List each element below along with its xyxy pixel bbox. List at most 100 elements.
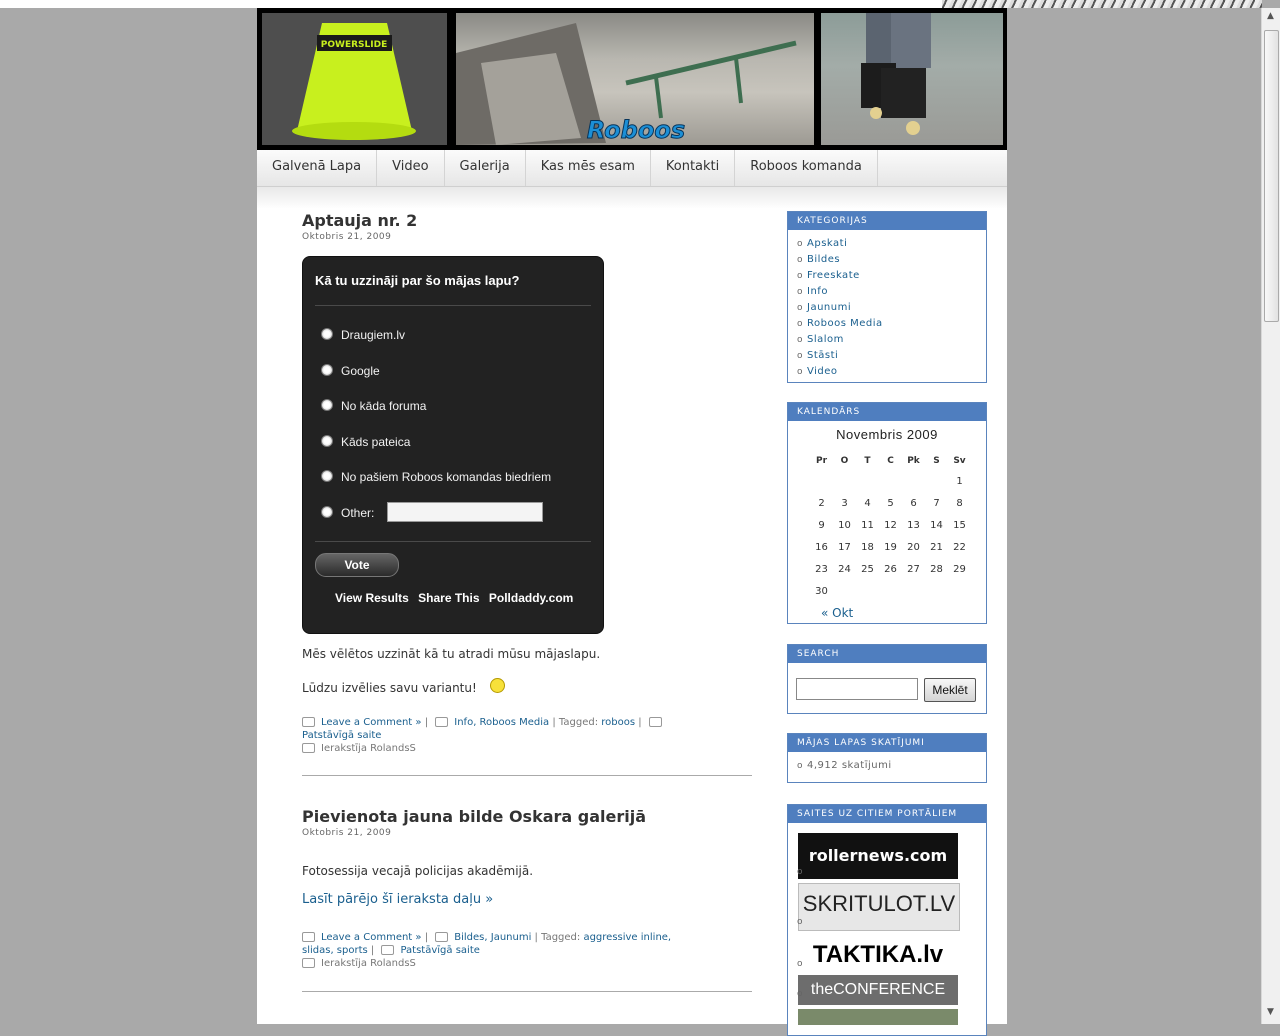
calendar-day: 9 — [818, 519, 825, 531]
radio-button[interactable] — [321, 470, 333, 482]
category-link[interactable]: Bildes — [797, 252, 977, 268]
category-link[interactable]: Stāsti — [797, 348, 977, 364]
nav-item-kontakti[interactable]: Kontakti — [651, 150, 736, 186]
page-container: POWERSLIDE Roboos Galvenā Lapa Video Gal… — [257, 8, 1007, 1036]
calendar-day — [833, 470, 856, 492]
search-widget: SEARCH Meklēt — [787, 644, 987, 714]
post-title[interactable]: Pievienota jauna bilde Oskara galerijā — [302, 807, 752, 826]
calendar-day: 20 — [907, 541, 920, 553]
photo-banner[interactable] — [798, 1009, 958, 1025]
skritulot-banner[interactable]: SKRITULOT.LV — [798, 883, 960, 931]
category-link[interactable]: Slalom — [797, 332, 977, 348]
rollernews-banner[interactable]: rollernews.com — [798, 833, 958, 879]
calendar-week: 16 17 18 19 20 21 22 — [810, 536, 971, 558]
calendar-widget: KALENDĀRS Novembris 2009 Pr O T C Pk S Sv 1234… — [787, 402, 987, 624]
search-row: Meklēt — [788, 663, 986, 711]
category-link[interactable]: Jaunumi — [797, 300, 977, 316]
calendar-day: 13 — [907, 519, 920, 531]
tagged-label: Tagged: — [541, 932, 581, 943]
search-button[interactable]: Meklēt — [924, 678, 976, 702]
category-link[interactable]: Info — [797, 284, 977, 300]
poll-option[interactable]: No pašiem Roboos komandas biedriem — [321, 470, 551, 484]
calendar-day: 16 — [815, 541, 828, 553]
poll-widget: Kā tu uzzināji par šo mājas lapu? Draugi… — [302, 256, 604, 634]
poll-divider — [315, 541, 591, 542]
calendar-day: 21 — [930, 541, 943, 553]
svg-text:Roboos: Roboos — [587, 116, 685, 144]
list-bullet: o — [797, 959, 803, 969]
scroll-down-arrow-icon[interactable]: ▼ — [1264, 1006, 1277, 1019]
category-link[interactable]: Roboos Media — [797, 316, 977, 332]
theconference-banner[interactable]: theCONFERENCE — [798, 975, 958, 1005]
tagged-label: Tagged: — [558, 717, 599, 728]
calendar-week: 23 24 25 26 27 28 29 — [810, 558, 971, 580]
calendar-day: 1 — [956, 475, 963, 487]
list-bullet: o — [797, 989, 803, 999]
radio-button[interactable] — [321, 399, 333, 411]
category-link[interactable]: Video — [797, 364, 977, 380]
poll-other-input[interactable] — [387, 502, 543, 522]
poll-option[interactable]: No kāda foruma — [321, 399, 426, 413]
tag-link[interactable]: slidas, sports — [302, 945, 368, 956]
wink-smiley-icon — [489, 678, 505, 693]
radio-button[interactable] — [321, 364, 333, 376]
nav-item-galerija[interactable]: Galerija — [445, 150, 526, 186]
polldaddy-link[interactable]: Polldaddy.com — [489, 591, 573, 605]
radio-button[interactable] — [321, 328, 333, 340]
calendar-day — [925, 470, 948, 492]
scrollbar-thumb[interactable] — [1264, 30, 1279, 322]
calendar-day — [856, 470, 879, 492]
calendar-day — [856, 580, 879, 602]
category-link[interactable]: Apskati — [797, 236, 977, 252]
calendar-day — [902, 580, 925, 602]
permalink-icon — [648, 717, 662, 727]
poll-option-label: No pašiem Roboos komandas biedriem — [341, 470, 552, 484]
calendar-prev-link[interactable]: « Okt — [821, 606, 986, 620]
calendar-caption: Novembris 2009 — [836, 427, 938, 442]
post-paragraph: Mēs vēlētos uzzināt kā tu atradi mūsu mā… — [302, 647, 601, 661]
poll-option-other[interactable]: Other: — [321, 506, 374, 520]
view-results-link[interactable]: View Results — [335, 591, 409, 605]
calendar-day: 24 — [838, 563, 851, 575]
poll-option[interactable]: Draugiem.lv — [321, 328, 405, 342]
nav-item-kas-mes-esam[interactable]: Kas mēs esam — [526, 150, 651, 186]
nav-item-roboos-komanda[interactable]: Roboos komanda — [735, 150, 878, 186]
poll-option-label: Other: — [341, 506, 375, 520]
radio-button[interactable] — [321, 506, 333, 518]
share-this-link[interactable]: Share This — [418, 591, 479, 605]
calendar-day-header: Sv — [953, 456, 966, 466]
calendar-day-header: O — [840, 456, 849, 466]
poll-option[interactable]: Google — [321, 364, 380, 378]
widget-title: KATEGORIJAS — [788, 212, 986, 230]
permalink-link[interactable]: Patstāvīgā saite — [400, 945, 479, 956]
calendar-day — [925, 580, 948, 602]
calendar-day: 29 — [953, 563, 966, 575]
calendar-day-header: Pr — [815, 456, 828, 466]
nav-item-galvena-lapa[interactable]: Galvenā Lapa — [257, 150, 378, 186]
radio-button[interactable] — [321, 435, 333, 447]
scroll-up-arrow-icon[interactable]: ▲ — [1264, 10, 1277, 23]
calendar-day-header: Pk — [907, 456, 920, 466]
poll-option-label: Kāds pateica — [341, 435, 411, 449]
comment-icon — [302, 932, 315, 942]
read-more-link[interactable]: Lasīt pārējo šī ieraksta daļu » — [302, 892, 752, 907]
leave-comment-link[interactable]: Leave a Comment » — [321, 717, 422, 728]
decorative-pattern — [942, 0, 1262, 8]
leave-comment-link[interactable]: Leave a Comment » — [321, 932, 422, 943]
tag-link[interactable]: roboos — [601, 717, 635, 728]
taktika-banner[interactable]: TAKTIKA.lv — [798, 935, 958, 971]
tag-link[interactable]: aggressive inline, — [583, 932, 671, 943]
post-title[interactable]: Aptauja nr. 2 — [302, 211, 752, 230]
category-links[interactable]: Bildes, Jaunumi — [454, 932, 531, 943]
calendar-day: 3 — [841, 497, 848, 509]
permalink-link[interactable]: Patstāvīgā saite — [302, 730, 381, 741]
vertical-scrollbar[interactable]: ▲ ▼ — [1261, 8, 1280, 1024]
calendar-day: 25 — [861, 563, 874, 575]
nav-item-video[interactable]: Video — [377, 150, 445, 186]
category-link[interactable]: Freeskate — [797, 268, 977, 284]
search-input[interactable] — [796, 678, 918, 700]
poll-option[interactable]: Kāds pateica — [321, 435, 410, 449]
vote-button[interactable]: Vote — [315, 553, 399, 577]
post-date: Oktobris 21, 2009 — [302, 232, 392, 242]
category-links[interactable]: Info, Roboos Media — [454, 717, 549, 728]
